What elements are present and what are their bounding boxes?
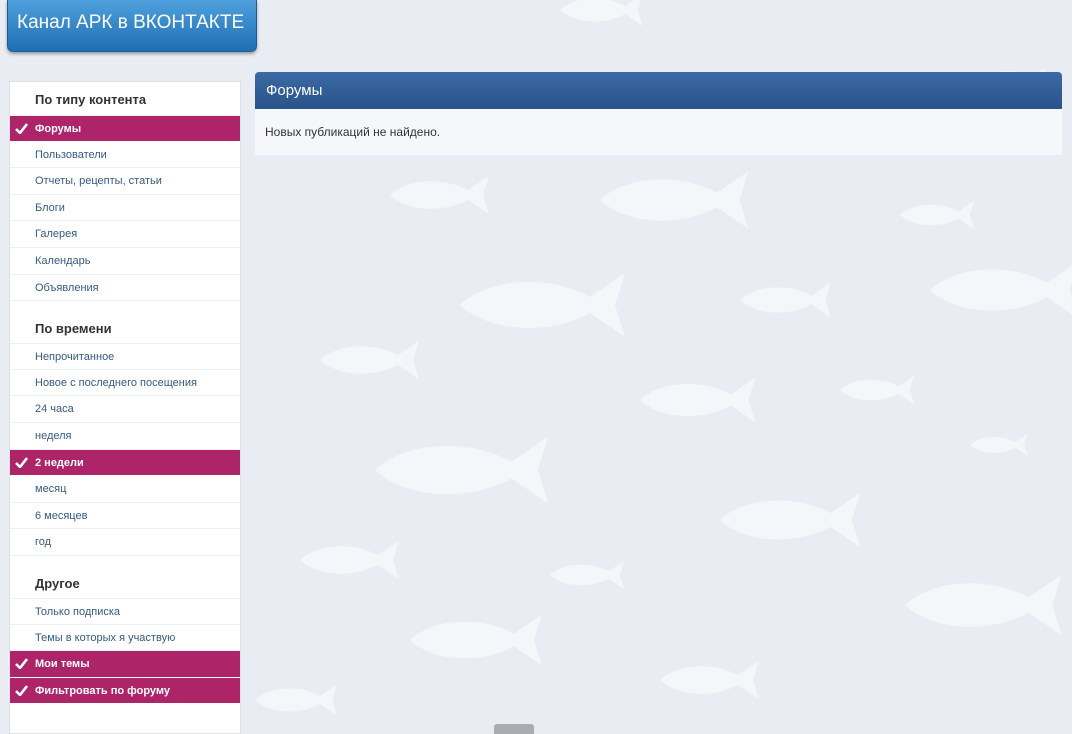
filter-item-users[interactable]: Пользователи	[10, 142, 240, 169]
filter-item-label: Пользователи	[35, 148, 107, 161]
filter-item-label: Форумы	[35, 123, 82, 135]
filter-item-since-last-visit[interactable]: Новое с последнего посещения	[10, 370, 240, 397]
filter-item-month[interactable]: месяц	[10, 476, 240, 503]
check-icon	[15, 658, 28, 670]
filter-item-label: Непрочитанное	[35, 351, 115, 364]
filter-item-forums[interactable]: Форумы	[10, 115, 240, 142]
filter-item-classifieds[interactable]: Объявления	[10, 275, 240, 302]
filter-item-followed-only[interactable]: Только подписка	[10, 597, 240, 625]
filter-item-blogs[interactable]: Блоги	[10, 195, 240, 222]
filter-item-2-weeks[interactable]: 2 недели	[10, 449, 240, 477]
filter-item-24-hours[interactable]: 24 часа	[10, 396, 240, 423]
section-title-other: Другое	[35, 575, 80, 591]
filter-item-label: Мои темы	[35, 658, 90, 671]
filter-item-label: Календарь	[35, 254, 91, 267]
filter-item-week[interactable]: неделя	[10, 423, 240, 450]
filter-item-label: 6 месяцев	[35, 509, 88, 522]
filter-item-label: 2 недели	[35, 456, 84, 469]
filter-item-label: год	[35, 536, 52, 549]
filter-item-label: Фильтровать по форуму	[35, 684, 170, 697]
filter-item-label: Объявления	[35, 281, 99, 294]
results-panel: Форумы Новых публикаций не найдено.	[255, 72, 1062, 155]
section-title-by-time: По времени	[35, 321, 112, 337]
filter-item-filter-by-forum[interactable]: Фильтровать по форуму	[10, 677, 240, 705]
filter-item-label: Только подписка	[35, 605, 121, 618]
filter-item-label: Темы в которых я участвую	[35, 631, 176, 644]
filter-sidebar: По типу контента Форумы Пользователи Отч…	[9, 81, 241, 734]
filter-item-label: неделя	[35, 429, 72, 442]
filter-item-gallery[interactable]: Галерея	[10, 221, 240, 248]
empty-results-message: Новых публикаций не найдено.	[255, 109, 1062, 155]
check-icon	[15, 456, 28, 468]
check-icon	[15, 684, 28, 696]
filter-item-my-topics[interactable]: Мои темы	[10, 651, 240, 678]
filter-item-6-months[interactable]: 6 месяцев	[10, 503, 240, 530]
filter-item-label: Новое с последнего посещения	[35, 376, 197, 389]
filter-item-label: 24 часа	[35, 403, 74, 416]
filter-item-label: Галерея	[35, 228, 78, 241]
vk-channel-banner-label: Канал АРК в ВКОНТАКТЕ	[17, 12, 245, 33]
filter-item-label: Блоги	[35, 201, 65, 214]
filter-item-reports[interactable]: Отчеты, рецепты, статьи	[10, 168, 240, 195]
check-icon	[15, 123, 28, 134]
filter-item-year[interactable]: год	[10, 529, 240, 556]
vk-channel-banner[interactable]: Канал АРК в ВКОНТАКТЕ	[7, 0, 257, 52]
panel-title: Форумы	[255, 72, 1062, 109]
filter-item-participated[interactable]: Темы в которых я участвую	[10, 625, 240, 652]
filter-item-unread[interactable]: Непрочитанное	[10, 343, 240, 370]
scroll-to-top-tab[interactable]	[494, 724, 534, 734]
filter-item-calendar[interactable]: Календарь	[10, 248, 240, 275]
section-title-content-type: По типу контента	[35, 92, 147, 107]
filter-item-label: месяц	[35, 483, 67, 496]
filter-item-label: Отчеты, рецепты, статьи	[35, 175, 162, 188]
